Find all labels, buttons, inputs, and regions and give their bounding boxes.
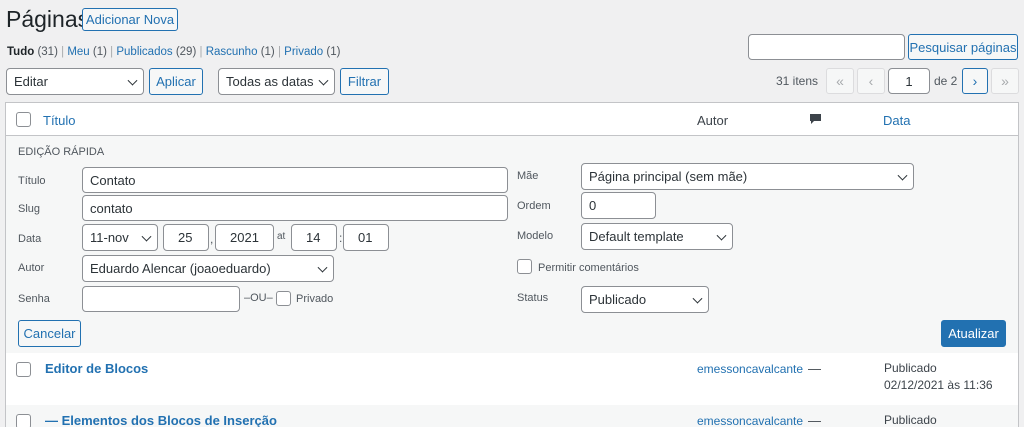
- row-title-link[interactable]: — Elementos dos Blocos de Inserção: [45, 413, 277, 427]
- bulk-action-value: Editar: [14, 74, 48, 89]
- slug-label: Slug: [18, 203, 41, 215]
- row-status: Publicado: [884, 361, 937, 375]
- select-all-checkbox[interactable]: [16, 112, 31, 127]
- prev-page-button: ‹: [857, 68, 885, 94]
- bulk-action-select[interactable]: Editar: [6, 68, 144, 95]
- allow-comments-label: Permitir comentários: [538, 262, 639, 274]
- time-colon: :: [339, 231, 343, 245]
- current-page-input[interactable]: 1: [888, 68, 930, 94]
- view-all[interactable]: Tudo (31): [7, 46, 58, 58]
- table-row: [6, 353, 1018, 405]
- column-title[interactable]: Título: [43, 113, 76, 128]
- parent-label: Mãe: [517, 170, 539, 182]
- update-button[interactable]: Atualizar: [941, 320, 1006, 347]
- row-title-link[interactable]: Editor de Blocos: [45, 361, 148, 376]
- date-label: Data: [18, 233, 42, 245]
- title-label: Título: [18, 175, 46, 187]
- row-comments: —: [808, 361, 821, 376]
- row-status: Publicado: [884, 413, 937, 427]
- chevron-down-icon: [897, 170, 908, 181]
- chevron-down-icon: [692, 293, 703, 304]
- slug-input[interactable]: contato: [82, 195, 508, 221]
- filter-button[interactable]: Filtrar: [340, 68, 389, 95]
- view-filters: Tudo (31) | Meu (1) | Publicados (29) | …: [7, 46, 340, 58]
- quick-edit-heading: EDIÇÃO RÁPIDA: [18, 146, 105, 158]
- parent-value: Página principal (sem mãe): [589, 169, 748, 184]
- or-label: –OU–: [244, 292, 273, 304]
- row-checkbox[interactable]: [16, 362, 31, 377]
- row-date: 02/12/2021 às 11:36: [884, 378, 993, 392]
- chevron-down-icon: [127, 75, 138, 86]
- total-pages: de 2: [934, 74, 958, 88]
- private-checkbox[interactable]: [276, 291, 291, 306]
- at-label: at: [277, 231, 286, 242]
- first-page-button: «: [826, 68, 854, 94]
- comment-icon: [809, 113, 822, 125]
- chevron-down-icon: [141, 231, 152, 242]
- column-date[interactable]: Data: [883, 113, 910, 128]
- view-separator: |: [277, 46, 281, 58]
- row-author-link[interactable]: emessoncavalcante: [697, 362, 803, 376]
- view-separator: |: [61, 46, 65, 58]
- cancel-button[interactable]: Cancelar: [18, 320, 81, 347]
- author-value: Eduardo Alencar (joaoeduardo): [90, 261, 271, 276]
- status-select[interactable]: Publicado: [581, 286, 709, 313]
- view-separator: |: [110, 46, 114, 58]
- author-label: Autor: [18, 262, 45, 274]
- view-published[interactable]: Publicados (29): [116, 46, 196, 58]
- title-input[interactable]: Contato: [82, 167, 508, 193]
- apply-button[interactable]: Aplicar: [149, 68, 203, 95]
- template-label: Modelo: [517, 230, 554, 242]
- chevron-down-icon: [716, 230, 727, 241]
- month-select[interactable]: 11-nov: [82, 224, 158, 251]
- column-author: Autor: [697, 113, 729, 128]
- status-value: Publicado: [589, 292, 647, 307]
- order-label: Ordem: [517, 200, 551, 212]
- search-button[interactable]: Pesquisar páginas: [908, 34, 1018, 60]
- password-input[interactable]: [82, 286, 240, 312]
- row-checkbox[interactable]: [16, 414, 31, 427]
- view-mine[interactable]: Meu (1): [67, 46, 107, 58]
- last-page-button: »: [991, 68, 1019, 94]
- add-new-button[interactable]: Adicionar Nova: [82, 8, 178, 31]
- day-input[interactable]: 25: [163, 224, 209, 251]
- status-label: Status: [517, 292, 549, 304]
- author-select[interactable]: Eduardo Alencar (joaoeduardo): [82, 255, 334, 282]
- next-page-button[interactable]: ›: [962, 68, 988, 94]
- date-filter-select[interactable]: Todas as datas: [218, 68, 335, 95]
- month-value: 11-nov: [90, 230, 129, 245]
- view-separator: |: [199, 46, 203, 58]
- hour-input[interactable]: 14: [291, 224, 337, 251]
- template-select[interactable]: Default template: [581, 223, 733, 250]
- allow-comments-checkbox[interactable]: [517, 259, 532, 274]
- date-comma: ,: [210, 232, 214, 246]
- search-input[interactable]: [748, 34, 905, 60]
- template-value: Default template: [589, 229, 684, 244]
- chevron-down-icon: [318, 75, 329, 86]
- row-comments: —: [808, 413, 821, 427]
- row-author-link[interactable]: emessoncavalcante: [697, 414, 803, 427]
- date-filter-value: Todas as datas: [226, 74, 314, 89]
- view-private[interactable]: Privado (1): [284, 46, 340, 58]
- minute-input[interactable]: 01: [343, 224, 389, 251]
- year-input[interactable]: 2021: [215, 224, 274, 251]
- items-count: 31 itens: [776, 74, 819, 88]
- page-title: Páginas: [6, 6, 90, 32]
- view-draft[interactable]: Rascunho (1): [206, 46, 275, 58]
- password-label: Senha: [18, 293, 50, 305]
- private-label: Privado: [296, 293, 334, 305]
- order-input[interactable]: 0: [581, 192, 656, 219]
- parent-select[interactable]: Página principal (sem mãe): [581, 163, 914, 190]
- chevron-down-icon: [317, 262, 328, 273]
